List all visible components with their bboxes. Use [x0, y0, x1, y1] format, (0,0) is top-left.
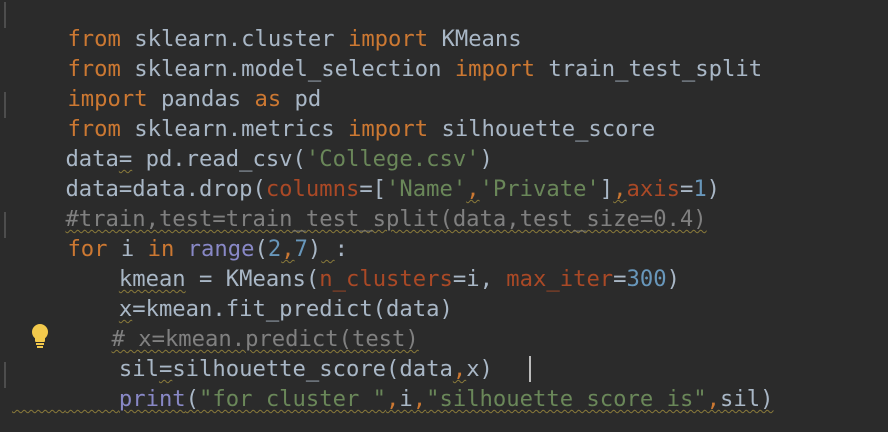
- code-line-5[interactable]: data= pd.read_csv('College.csv'): [12, 114, 492, 172]
- paren: ): [706, 176, 721, 202]
- code-line-13[interactable]: print("for cluster ",i,"silhouette score…: [12, 354, 774, 412]
- code-line-1[interactable]: from sklearn.cluster import KMeans: [14, 0, 521, 52]
- comma: ,: [386, 386, 400, 412]
- call-end: sil): [720, 386, 774, 412]
- paren: ): [666, 266, 680, 292]
- comma: ,: [412, 386, 427, 412]
- code-line-3[interactable]: import pandas as pd: [14, 54, 321, 112]
- code-line-8[interactable]: for i in range(2,7) :: [14, 204, 348, 262]
- keyword-argument: max_iter: [506, 266, 614, 292]
- code-line-2[interactable]: from sklearn.model_selection import trai…: [14, 24, 762, 82]
- code-editor[interactable]: from sklearn.cluster import KMeans from …: [0, 0, 888, 432]
- comma: ,: [706, 386, 721, 412]
- imported-name: train_test_split: [534, 56, 763, 82]
- string-literal: "for cluster ": [199, 386, 387, 412]
- code-line-4[interactable]: from sklearn.metrics import silhouette_s…: [14, 84, 655, 142]
- code-line-6[interactable]: data=data.drop(columns=['Name','Private'…: [12, 144, 720, 202]
- code-line-7[interactable]: #train,test=train_test_split(data,test_s…: [12, 174, 706, 232]
- code-line-12[interactable]: sil=silhouette_score(data,x): [12, 324, 493, 382]
- variable: i: [399, 386, 413, 412]
- code-line-11[interactable]: # x=kmean.predict(test): [18, 294, 419, 352]
- operator: =: [613, 266, 627, 292]
- keyword: import: [454, 56, 535, 82]
- text-caret: [529, 356, 531, 382]
- number-literal: 300: [626, 266, 667, 292]
- builtin-function: print: [118, 386, 186, 412]
- code-line-9[interactable]: kmean = KMeans(n_clusters=i, max_iter=30…: [12, 234, 680, 292]
- paren: (: [185, 386, 200, 412]
- code-line-10[interactable]: x=kmean.fit_predict(data): [12, 264, 453, 322]
- string-literal: "silhouett: [426, 386, 560, 412]
- string-literal: e score is": [559, 386, 707, 412]
- operator: =i,: [452, 266, 507, 292]
- fold-marker[interactable]: [4, 2, 14, 28]
